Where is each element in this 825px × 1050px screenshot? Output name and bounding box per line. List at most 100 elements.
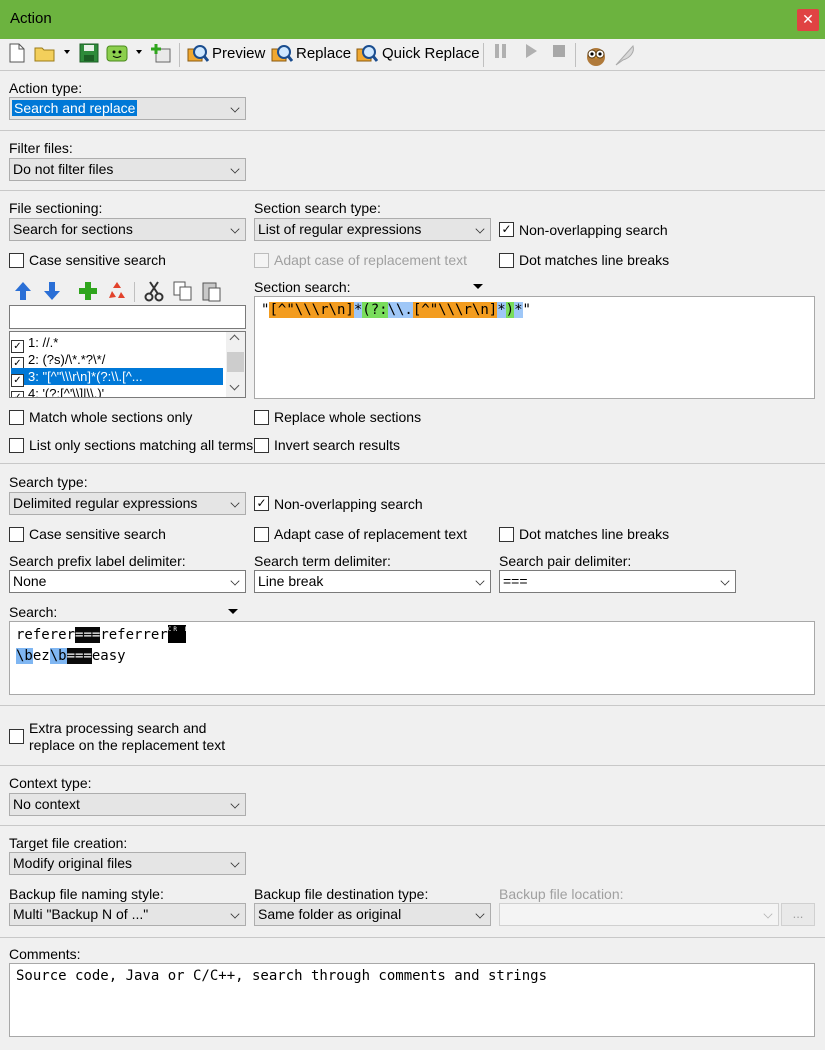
chevron-down-icon <box>475 224 485 234</box>
backup-destination-select[interactable]: Same folder as original <box>254 903 491 926</box>
recycle-icon[interactable] <box>106 280 128 305</box>
backup-naming-label: Backup file naming style: <box>9 886 164 902</box>
list-only-sections-checkbox[interactable] <box>9 438 24 453</box>
save-as-icon[interactable] <box>106 43 128 65</box>
copy-icon[interactable] <box>172 280 194 305</box>
search-dot-matches-checkbox[interactable] <box>499 527 514 542</box>
section-search-type-select[interactable]: List of regular expressions <box>254 218 491 241</box>
chevron-down-icon[interactable] <box>229 380 240 391</box>
quick-replace-icon[interactable] <box>356 43 379 65</box>
section-filter-input[interactable] <box>9 305 246 329</box>
owl-icon[interactable] <box>583 43 609 66</box>
stop-icon[interactable] <box>548 43 570 65</box>
list-scrollbar[interactable] <box>226 332 245 397</box>
section-non-overlapping-label: Non-overlapping search <box>519 222 668 238</box>
comments-label: Comments: <box>9 946 81 962</box>
search-dropdown-icon[interactable] <box>228 609 238 614</box>
term-delimiter-select[interactable]: Line break <box>254 570 491 593</box>
add-icon[interactable] <box>77 280 99 305</box>
move-down-icon[interactable] <box>41 280 63 305</box>
paste-icon[interactable] <box>200 280 222 305</box>
pair-delimiter-label: Search pair delimiter: <box>499 553 632 569</box>
invert-results-checkbox[interactable] <box>254 438 269 453</box>
search-text: referer===referrerCR LF \bez\b===easy <box>16 625 196 664</box>
section-search-text: "[^"\\\r\n]*(?:\\.[^"\\\r\n]*)*" <box>261 302 531 318</box>
search-case-sensitive-label: Case sensitive search <box>29 526 166 542</box>
section-search-dropdown-icon[interactable] <box>473 284 483 289</box>
new-icon[interactable] <box>6 43 28 65</box>
chevron-down-icon <box>230 858 240 868</box>
backup-naming-select[interactable]: Multi "Backup N of ..." <box>9 903 246 926</box>
backup-destination-label: Backup file destination type: <box>254 886 429 902</box>
chevron-up-icon[interactable] <box>229 334 240 345</box>
pause-icon[interactable] <box>490 43 512 65</box>
filter-files-select[interactable]: Do not filter files <box>9 158 246 181</box>
search-type-select[interactable]: Delimited regular expressions <box>9 492 246 515</box>
chevron-down-icon <box>230 799 240 809</box>
backup-location-select[interactable] <box>499 903 779 926</box>
section-dot-matches-checkbox[interactable] <box>499 253 514 268</box>
list-item[interactable]: ✓ 4: '(?:[^'\\]|\\.)' <box>11 385 223 397</box>
target-file-select[interactable]: Modify original files <box>9 852 246 875</box>
section-case-sensitive-checkbox[interactable] <box>9 253 24 268</box>
add-to-library-icon[interactable] <box>150 43 172 65</box>
section-search-label: Section search: <box>254 279 351 295</box>
search-case-sensitive-checkbox[interactable] <box>9 527 24 542</box>
preview-icon[interactable] <box>187 43 210 65</box>
section-non-overlapping-checkbox[interactable]: ✓ <box>499 222 514 237</box>
divider <box>0 937 825 938</box>
prefix-delimiter-label: Search prefix label delimiter: <box>9 553 186 569</box>
action-type-select[interactable]: Search and replace <box>9 97 246 120</box>
quick-replace-button[interactable]: Quick Replace <box>382 45 480 62</box>
crlf-marker: CR LF <box>167 625 194 643</box>
separator <box>134 282 135 302</box>
context-type-label: Context type: <box>9 775 92 791</box>
replace-button[interactable]: Replace <box>296 45 351 62</box>
filter-files-label: Filter files: <box>9 140 73 156</box>
chevron-down-icon <box>230 103 240 113</box>
section-search-type-label: Section search type: <box>254 200 381 216</box>
replace-icon[interactable] <box>271 43 294 65</box>
search-adapt-case-checkbox[interactable] <box>254 527 269 542</box>
toolbar: Preview Replace Quick Replace <box>0 39 825 71</box>
replace-whole-sections-checkbox[interactable] <box>254 410 269 425</box>
section-search-editor[interactable]: "[^"\\\r\n]*(?:\\.[^"\\\r\n]*)*" <box>254 296 815 399</box>
chevron-down-icon <box>763 909 773 919</box>
section-adapt-case-checkbox[interactable] <box>254 253 269 268</box>
browse-button[interactable]: ... <box>781 903 815 926</box>
extra-processing-checkbox[interactable] <box>9 729 24 744</box>
divider <box>0 825 825 826</box>
comments-textarea[interactable]: Source code, Java or C/C++, search throu… <box>9 963 815 1037</box>
match-whole-sections-label: Match whole sections only <box>29 409 193 425</box>
prefix-delimiter-select[interactable]: None <box>9 570 246 593</box>
chevron-down-icon <box>230 164 240 174</box>
open-icon[interactable] <box>34 43 56 65</box>
divider <box>0 130 825 131</box>
file-sectioning-select[interactable]: Search for sections <box>9 218 246 241</box>
list-item[interactable]: ✓ 1: //.* <box>11 334 223 353</box>
extra-processing-label-1: Extra processing search and <box>29 720 207 736</box>
context-type-select[interactable]: No context <box>9 793 246 816</box>
quill-icon[interactable] <box>612 43 638 66</box>
backup-location-label: Backup file location: <box>499 886 624 902</box>
scrollbar-thumb[interactable] <box>227 352 244 372</box>
save-icon[interactable] <box>78 43 100 65</box>
close-button[interactable]: ✕ <box>797 9 819 31</box>
chevron-down-icon <box>475 576 485 586</box>
open-dropdown-icon[interactable] <box>64 50 70 54</box>
list-item-selected[interactable]: ✓ 3: "[^"\\\r\n]*(?:\\.[^... <box>11 368 223 387</box>
move-up-icon[interactable] <box>12 280 34 305</box>
pair-delimiter-select[interactable]: === <box>499 570 736 593</box>
search-label: Search: <box>9 604 58 620</box>
cut-icon[interactable] <box>143 280 165 305</box>
section-list[interactable]: ✓ 1: //.* ✓ 2: (?s)/\*.*?\*/ ✓ 3: "[^"\\\r\… <box>9 331 246 398</box>
term-delimiter-label: Search term delimiter: <box>254 553 391 569</box>
list-item[interactable]: ✓ 2: (?s)/\*.*?\*/ <box>11 351 223 370</box>
save-dropdown-icon[interactable] <box>136 50 142 54</box>
match-whole-sections-checkbox[interactable] <box>9 410 24 425</box>
play-icon[interactable] <box>520 43 542 65</box>
preview-button[interactable]: Preview <box>212 45 265 62</box>
list-item-checkbox[interactable]: ✓ <box>11 391 24 397</box>
search-non-overlapping-checkbox[interactable]: ✓ <box>254 496 269 511</box>
search-editor[interactable]: referer===referrerCR LF \bez\b===easy <box>9 621 815 695</box>
